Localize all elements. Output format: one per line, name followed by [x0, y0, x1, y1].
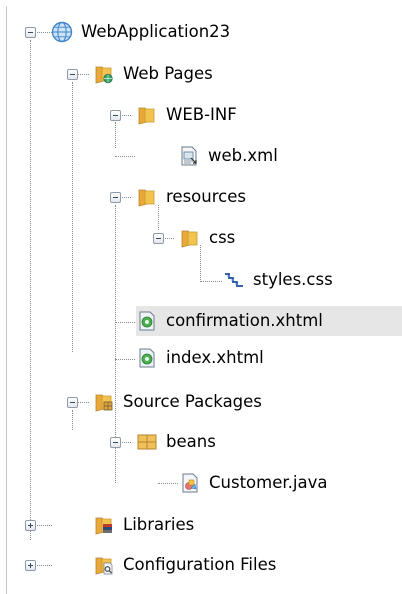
tree-connector [158, 483, 178, 484]
node-label: beans [166, 432, 216, 451]
tree-connector [115, 322, 135, 323]
tree-node-styles-css[interactable]: styles.css [223, 265, 337, 295]
tree-connector [115, 359, 135, 360]
tree-connector [115, 122, 116, 148]
expand-toggle-libraries[interactable] [25, 520, 36, 531]
configuration-files-icon [95, 557, 113, 575]
folder-icon [181, 230, 198, 248]
node-label: styles.css [253, 270, 333, 289]
xhtml-file-icon [139, 311, 155, 331]
collapse-toggle-resources[interactable] [110, 192, 121, 203]
tree-node-web-pages[interactable]: Web Pages [93, 59, 217, 89]
node-label: css [209, 228, 236, 247]
tree-node-source-packages[interactable]: Source Packages [93, 387, 266, 417]
node-label: Web Pages [123, 64, 213, 83]
panel-left-border [6, 6, 8, 594]
tree-node-confirmation-xhtml[interactable]: confirmation.xhtml [136, 306, 402, 336]
folder-icon [138, 189, 155, 207]
tree-connector [77, 74, 89, 75]
package-icon [137, 434, 157, 450]
tree-connector [77, 402, 89, 403]
node-label: index.xhtml [166, 348, 264, 367]
collapse-toggle-css[interactable] [153, 233, 164, 244]
node-label: WEB-INF [166, 105, 237, 124]
xhtml-file-icon [139, 348, 155, 368]
node-label: confirmation.xhtml [166, 311, 323, 330]
tree-connector [72, 410, 73, 430]
collapse-toggle-beans[interactable] [110, 437, 121, 448]
tree-node-webapplication23[interactable]: WebApplication23 [51, 17, 234, 47]
tree-node-configuration-files[interactable]: Configuration Files [93, 550, 280, 580]
libraries-icon [95, 517, 112, 535]
collapse-toggle-web-pages[interactable] [67, 69, 78, 80]
node-label: Customer.java [209, 473, 328, 492]
tree-node-customer-java[interactable]: Customer.java [179, 468, 331, 498]
collapse-toggle-web-inf[interactable] [110, 110, 121, 121]
tree-node-resources[interactable]: resources [136, 182, 250, 212]
tree-node-beans[interactable]: beans [136, 427, 220, 457]
tree-connector [35, 32, 52, 33]
globe-project-icon [51, 21, 73, 43]
tree-node-web-xml[interactable]: web.xml [178, 141, 282, 171]
css-file-icon [225, 273, 243, 287]
folder-icon [138, 107, 155, 125]
tree-connector [120, 197, 131, 198]
node-label: web.xml [208, 146, 278, 165]
node-label: Source Packages [123, 392, 262, 411]
source-packages-icon [95, 394, 113, 412]
tree-connector [120, 115, 131, 116]
xml-file-icon [181, 146, 197, 166]
project-tree: WebApplication23 Web Pages WEB-INF web.x… [0, 0, 402, 594]
tree-connector [35, 525, 52, 526]
java-class-icon [182, 473, 198, 493]
node-label: Configuration Files [123, 555, 277, 574]
tree-node-css[interactable]: css [179, 223, 239, 253]
collapse-toggle-source-packages[interactable] [67, 397, 78, 408]
tree-connector [120, 442, 131, 443]
tree-connector [30, 40, 31, 540]
tree-connector [72, 82, 73, 352]
node-label: WebApplication23 [81, 22, 231, 41]
tree-connector [200, 281, 222, 282]
tree-connector [115, 156, 135, 157]
web-pages-folder-icon [95, 66, 113, 84]
tree-node-libraries[interactable]: Libraries [93, 510, 198, 540]
tree-node-web-inf[interactable]: WEB-INF [136, 100, 241, 130]
node-label: Libraries [123, 515, 195, 534]
node-label: resources [166, 187, 246, 206]
tree-connector [35, 565, 52, 566]
tree-node-index-xhtml[interactable]: index.xhtml [136, 343, 268, 373]
collapse-toggle-webapplication23[interactable] [25, 27, 36, 38]
expand-toggle-configuration-files[interactable] [25, 560, 36, 571]
tree-connector [163, 238, 174, 239]
